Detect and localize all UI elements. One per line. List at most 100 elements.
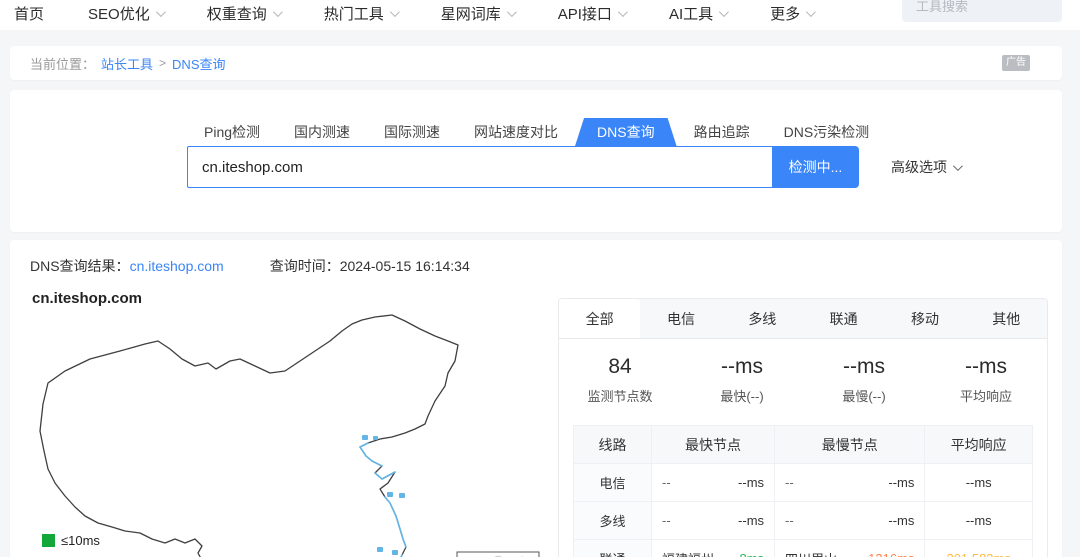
nav-label: SEO优化: [88, 5, 150, 23]
advanced-options-label: 高级选项: [891, 159, 947, 175]
chevron-down-icon: [272, 6, 283, 17]
result-label: DNS查询结果：: [30, 258, 130, 274]
slow-ms: 1216ms: [868, 551, 914, 557]
breadcrumb-prefix: 当前位置：: [30, 56, 96, 72]
stat-value: --ms: [843, 355, 885, 378]
nav-label: 热门工具: [323, 5, 384, 23]
stat-value: 84: [608, 355, 632, 378]
nav-item-weight[interactable]: 权重查询: [206, 3, 283, 28]
fast-node: --: [662, 475, 671, 490]
tab-dns-lookup[interactable]: DNS查询: [575, 118, 677, 146]
tab-dns-pollution[interactable]: DNS污染检测: [767, 118, 887, 146]
nav-item-hot-tools[interactable]: 热门工具: [323, 3, 400, 28]
line-tabs: 全部 电信 多线 联通 移动 其他: [559, 299, 1047, 339]
line-name: 多线: [572, 501, 653, 540]
nav-item-more[interactable]: 更多: [770, 3, 817, 28]
avg-ms: --ms: [924, 463, 1033, 502]
legend-label: ≤10ms: [61, 533, 100, 548]
tab-domestic-speed[interactable]: 国内测速: [277, 118, 367, 146]
breadcrumb-separator: >: [159, 56, 167, 70]
fast-node: 福建福州: [662, 549, 714, 557]
result-domain-link[interactable]: cn.iteshop.com: [130, 258, 224, 274]
tool-search-input[interactable]: [916, 0, 1080, 14]
chevron-down-icon: [155, 6, 166, 17]
slow-ms: --ms: [888, 475, 915, 490]
tab-ping[interactable]: Ping检测: [187, 118, 277, 146]
chevron-down-icon: [952, 160, 963, 171]
nav-label: 星网词库: [440, 5, 501, 23]
query-time-label: 查询时间：: [269, 258, 340, 274]
slow-node: 四川眉山: [785, 549, 837, 557]
col-line: 线路: [572, 425, 653, 464]
nav-label: 更多: [770, 5, 801, 23]
legend-green-swatch: [42, 534, 55, 547]
col-slowest-node: 最慢节点: [774, 425, 926, 464]
stat-value: --ms: [721, 355, 763, 378]
nav-item-seo[interactable]: SEO优化: [88, 3, 166, 28]
chevron-down-icon: [389, 6, 400, 17]
domain-input[interactable]: [187, 146, 772, 188]
result-header: DNS查询结果： cn.iteshop.com 查询时间： 2024-05-15…: [10, 240, 1062, 284]
slow-node: --: [785, 475, 794, 490]
line-tab-telecom[interactable]: 电信: [640, 299, 721, 338]
tab-traceroute[interactable]: 路由追踪: [677, 118, 767, 146]
slow-node: --: [785, 513, 794, 528]
fast-ms: --ms: [738, 513, 765, 528]
china-map-svg: [39, 314, 540, 557]
table-row: 多线 -- --ms -- --ms --ms: [572, 501, 1033, 540]
line-result-panel: 全部 电信 多线 联通 移动 其他 84 监测节点数 --ms 最快(--) -…: [558, 298, 1048, 557]
map-column: cn.iteshop.com ≤10ms: [30, 288, 558, 557]
table-row: 电信 -- --ms -- --ms --ms: [572, 463, 1033, 502]
fast-ms: --ms: [738, 475, 765, 490]
nav-item-lexicon[interactable]: 星网词库: [440, 3, 517, 28]
stat-label: 最快(--): [720, 389, 764, 404]
slow-ms: --ms: [888, 513, 915, 528]
tab-speed-compare[interactable]: 网站速度对比: [457, 118, 575, 146]
map-domain-title: cn.iteshop.com: [32, 290, 143, 307]
table-header-row: 线路 最快节点 最慢节点 平均响应: [572, 425, 1033, 464]
map-legend: ≤10ms: [42, 533, 100, 548]
line-name: 联通: [572, 539, 653, 557]
table-row: 联通 福建福州 8ms 四川眉山 1216ms 201.583ms: [572, 539, 1033, 557]
col-fastest-node: 最快节点: [651, 425, 776, 464]
col-average: 平均响应: [924, 425, 1033, 464]
stat-node-count: 84 监测节点数: [559, 355, 681, 405]
line-tab-other[interactable]: 其他: [966, 299, 1047, 338]
advanced-options-toggle[interactable]: 高级选项: [891, 157, 963, 177]
line-tab-mobile[interactable]: 移动: [884, 299, 965, 338]
tool-search-box[interactable]: [902, 0, 1080, 22]
breadcrumb-link-dns-lookup[interactable]: DNS查询: [172, 54, 225, 73]
fast-node: --: [662, 513, 671, 528]
stat-label: 平均响应: [959, 389, 1012, 404]
stat-slowest: --ms 最慢(--): [803, 355, 925, 405]
nav-label: 首页: [14, 5, 45, 23]
chevron-down-icon: [506, 6, 517, 17]
chevron-down-icon: [617, 6, 628, 17]
tool-tabs: Ping检测 国内测速 国际测速 网站速度对比 DNS查询 路由追踪 DNS污染…: [187, 118, 1062, 146]
line-tab-multi[interactable]: 多线: [722, 299, 803, 338]
top-nav: 首页 SEO优化 权重查询 热门工具 星网词库 API接口 AI工具 更多: [0, 0, 1080, 30]
nav-item-home[interactable]: 首页: [14, 3, 44, 28]
line-tab-unicom[interactable]: 联通: [803, 299, 884, 338]
line-tab-all[interactable]: 全部: [559, 299, 641, 338]
ad-badge: 广告: [1002, 55, 1030, 71]
chevron-down-icon: [806, 6, 817, 17]
tab-international-speed[interactable]: 国际测速: [367, 118, 457, 146]
nav-label: AI工具: [668, 5, 714, 23]
nav-label: 权重查询: [206, 5, 267, 23]
result-card: DNS查询结果： cn.iteshop.com 查询时间： 2024-05-15…: [10, 240, 1062, 557]
nav-item-ai-tools[interactable]: AI工具: [668, 3, 729, 28]
nav-item-api[interactable]: API接口: [557, 3, 628, 28]
stat-label: 监测节点数: [587, 389, 653, 404]
line-name: 电信: [572, 463, 653, 502]
line-table: 线路 最快节点 最慢节点 平均响应 电信 -- --ms -- --ms --ms …: [572, 425, 1033, 557]
avg-ms: --ms: [924, 501, 1033, 540]
fast-ms: 8ms: [739, 551, 764, 557]
stat-value: --ms: [965, 355, 1007, 378]
breadcrumb: 当前位置： 站长工具 > DNS查询 广告: [10, 46, 1062, 80]
stat-average: --ms 平均响应: [925, 355, 1047, 405]
detect-button[interactable]: 检测中...: [772, 146, 859, 188]
nav-label: API接口: [557, 5, 612, 23]
query-time-value: 2024-05-15 16:14:34: [339, 258, 470, 274]
breadcrumb-link-webmaster-tools[interactable]: 站长工具: [101, 54, 153, 73]
